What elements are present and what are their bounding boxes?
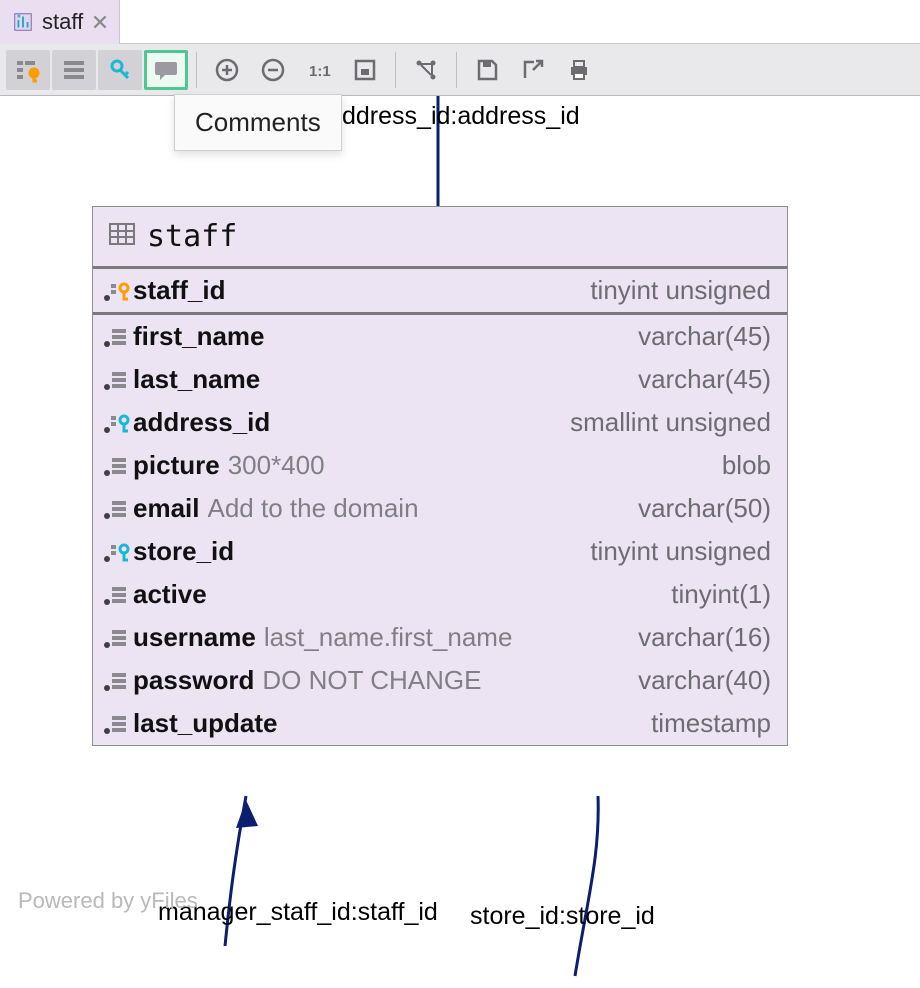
column-row[interactable]: address_id smallint unsigned [93,401,787,444]
toolbar-separator [196,52,197,88]
column-name: last_name [133,364,260,395]
powered-by-label: Powered by yFiles [18,888,198,914]
column-row[interactable]: username last_name.first_namevarchar(16) [93,616,787,659]
column-type: blob [708,450,771,481]
column-fk-icon [103,539,133,565]
table-icon [109,223,135,250]
column-row[interactable]: last_name varchar(45) [93,358,787,401]
column-comment: DO NOT CHANGE [262,665,624,696]
actual-size-button[interactable]: 1:1 [297,50,341,90]
column-col-icon [103,668,133,694]
tab-staff[interactable]: staff [0,0,120,44]
column-row[interactable]: last_update timestamp [93,702,787,745]
column-name: picture [133,450,220,481]
column-col-icon [103,625,133,651]
column-name: address_id [133,407,270,438]
column-comment: Add to the domain [208,493,625,524]
tooltip-comments: Comments [174,94,342,151]
column-col-icon [103,582,133,608]
column-name: email [133,493,200,524]
column-comment: last_name.first_name [264,622,624,653]
save-button[interactable] [465,50,509,90]
zoom-in-button[interactable] [205,50,249,90]
column-type: tinyint unsigned [576,536,771,567]
column-row[interactable]: staff_id tinyint unsigned [93,269,787,315]
toggle-columns-button[interactable] [52,50,96,90]
column-row[interactable]: email Add to the domainvarchar(50) [93,487,787,530]
toolbar-separator [456,52,457,88]
column-name: active [133,579,207,610]
column-name: staff_id [133,275,225,306]
column-type: tinyint unsigned [576,275,771,306]
layout-button[interactable] [404,50,448,90]
svg-text:1:1: 1:1 [309,63,331,80]
print-button[interactable] [557,50,601,90]
column-type: varchar(40) [624,665,771,696]
column-type: tinyint(1) [657,579,771,610]
column-pk-icon [103,278,133,304]
toggle-comments-button[interactable] [144,50,188,90]
column-row[interactable]: store_id tinyint unsigned [93,530,787,573]
table-card-staff[interactable]: staff staff_idtinyint unsignedfirst_name… [92,206,788,746]
column-name: username [133,622,256,653]
column-row[interactable]: active tinyint(1) [93,573,787,616]
column-type: varchar(16) [624,622,771,653]
column-col-icon [103,453,133,479]
column-type: varchar(50) [624,493,771,524]
column-col-icon [103,496,133,522]
export-button[interactable] [511,50,555,90]
column-name: first_name [133,321,265,352]
column-type: smallint unsigned [556,407,771,438]
toggle-key-columns-button[interactable] [6,50,50,90]
tab-bar: staff [0,0,920,44]
column-row[interactable]: password DO NOT CHANGEvarchar(40) [93,659,787,702]
column-col-icon [103,711,133,737]
table-header[interactable]: staff [93,207,787,269]
fit-content-button[interactable] [343,50,387,90]
column-fk-icon [103,410,133,436]
zoom-out-button[interactable] [251,50,295,90]
column-row[interactable]: first_name varchar(45) [93,315,787,358]
column-name: password [133,665,254,696]
diagram-tab-icon [12,11,34,33]
close-icon[interactable] [91,13,109,31]
tab-label: staff [42,9,83,35]
column-type: varchar(45) [624,364,771,395]
column-row[interactable]: picture 300*400blob [93,444,787,487]
relation-label-bottom-right: store_id:store_id [470,902,655,931]
toolbar: 1:1 Comments [0,44,920,96]
relation-label-bottom-left: manager_staff_id:staff_id [158,898,438,927]
column-col-icon [103,324,133,350]
column-type: timestamp [637,708,771,739]
table-name: staff [147,219,237,254]
column-type: varchar(45) [624,321,771,352]
column-comment: 300*400 [228,450,708,481]
column-name: last_update [133,708,278,739]
column-name: store_id [133,536,234,567]
diagram-canvas[interactable]: ddress_id:address_id manager_staff_id:st… [0,96,920,988]
column-col-icon [103,367,133,393]
toggle-keys-button[interactable] [98,50,142,90]
relation-label-top: ddress_id:address_id [342,102,580,131]
table-columns: staff_idtinyint unsignedfirst_namevarcha… [93,269,787,745]
toolbar-separator [395,52,396,88]
